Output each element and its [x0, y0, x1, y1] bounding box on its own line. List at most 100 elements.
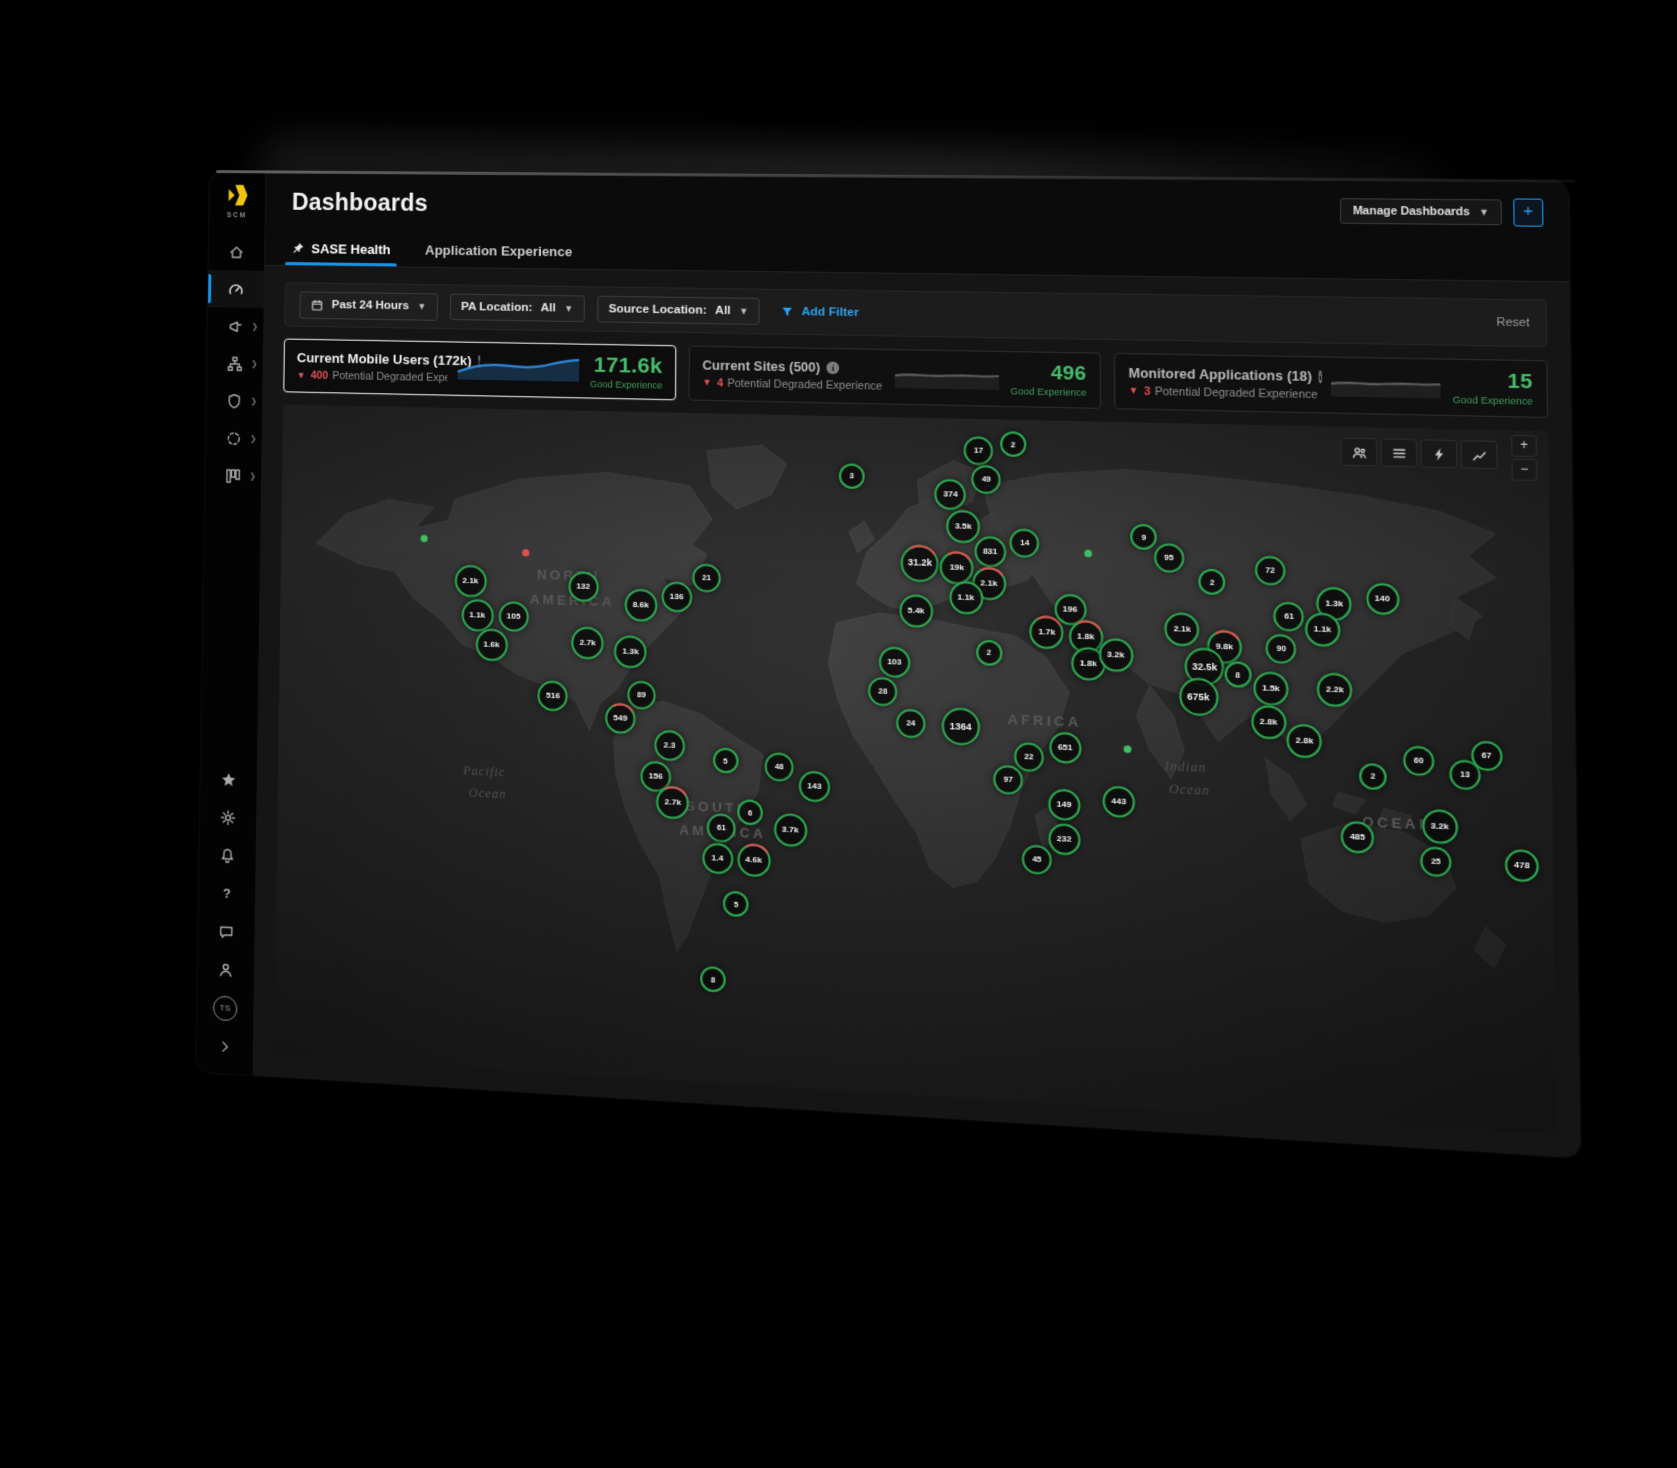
map-bubble[interactable]: 22 [1014, 742, 1044, 772]
map-bubble[interactable]: 831 [974, 536, 1006, 568]
map-bubble[interactable]: 48 [765, 752, 794, 782]
info-icon[interactable]: i [1319, 370, 1322, 383]
map-bubble[interactable]: 5 [713, 748, 739, 774]
map-bubble[interactable]: 651 [1049, 732, 1081, 764]
map-bubble[interactable]: 232 [1048, 822, 1080, 855]
map-bubble[interactable]: 8.6k [624, 589, 657, 622]
map-bubble[interactable]: 4.6k [737, 843, 770, 877]
map-bubble[interactable]: 9 [1131, 524, 1158, 550]
map-control-bolt[interactable] [1420, 439, 1457, 468]
metric-card-3[interactable]: Monitored Applications (18)i▼3Potential … [1114, 353, 1548, 418]
map-bubble[interactable]: 2.8k [1251, 705, 1286, 740]
sidebar-item-home[interactable] [208, 233, 264, 271]
map-bubble[interactable]: 6 [737, 799, 763, 826]
manage-dashboards-button[interactable]: Manage Dashboards ▼ [1340, 198, 1502, 225]
map-bubble[interactable]: 516 [538, 681, 568, 712]
map-bubble[interactable]: 132 [568, 571, 598, 602]
sidebar-item-shield[interactable]: ❯ [206, 382, 262, 421]
pa-location-dropdown[interactable]: PA Location: All ▼ [450, 294, 585, 323]
map-bubble[interactable]: 103 [879, 646, 910, 678]
map-control-users[interactable] [1341, 438, 1378, 467]
map-bubble[interactable]: 28 [868, 677, 897, 707]
map-bubble[interactable]: 17 [964, 437, 993, 466]
map-bubble[interactable]: 140 [1366, 583, 1399, 616]
map-bubble[interactable]: 49 [972, 465, 1001, 494]
map-bubble[interactable]: 67 [1471, 741, 1503, 772]
map-bubble[interactable]: 60 [1403, 745, 1434, 776]
map-bubble[interactable]: 2 [1199, 569, 1226, 596]
map-bubble[interactable]: 1.1k [461, 598, 493, 631]
map-bubble[interactable]: 2 [976, 639, 1002, 666]
map-bubble[interactable]: 1.1k [1305, 612, 1340, 647]
metric-card-1[interactable]: Current Mobile Users (172k)i▼400Potentia… [283, 339, 676, 401]
map-control-list[interactable] [1380, 438, 1417, 467]
map-bubble[interactable]: 105 [498, 601, 528, 632]
map-bubble[interactable]: 443 [1103, 785, 1135, 818]
sidebar-item-network[interactable]: ❯ [207, 344, 263, 382]
metric-card-2[interactable]: Current Sites (500)i▼4Potential Degraded… [689, 346, 1101, 409]
map-bubble[interactable]: 14 [1010, 528, 1040, 558]
map-bubble[interactable]: 19k [940, 551, 974, 585]
map-bubble[interactable]: 549 [605, 703, 636, 735]
map-bubble[interactable]: 31.2k [901, 544, 939, 582]
map-bubble[interactable]: 2 [1359, 763, 1387, 790]
map-bubble[interactable]: 1.6k [475, 628, 507, 661]
reset-filters-button[interactable]: Reset [1496, 316, 1529, 330]
add-dashboard-button[interactable]: + [1513, 198, 1543, 226]
map-bubble[interactable]: 2 [1000, 432, 1026, 458]
map-control-chart[interactable] [1461, 440, 1498, 469]
tab-application-experience[interactable]: Application Experience [425, 242, 573, 268]
map-bubble[interactable]: 3.2k [1098, 638, 1133, 673]
map-bubble[interactable]: 97 [993, 765, 1023, 795]
map-bubble[interactable]: 1.3k [614, 635, 647, 669]
sidebar-item-avatar[interactable]: TS [197, 987, 254, 1029]
map-bubble[interactable]: 2.7k [571, 627, 604, 660]
map-bubble[interactable]: 21 [692, 564, 721, 593]
add-filter-button[interactable]: Add Filter [781, 306, 858, 320]
sidebar-item-help[interactable]: ? [199, 873, 256, 914]
sidebar-item-collapse[interactable] [196, 1025, 253, 1067]
map-bubble[interactable]: 24 [896, 708, 925, 738]
sidebar-item-announce[interactable]: ❯ [207, 307, 263, 345]
map-bubble[interactable]: 374 [935, 479, 967, 510]
map-bubble[interactable]: 675k [1179, 677, 1218, 716]
map-bubble[interactable]: 1.4 [702, 842, 733, 874]
brand-logo[interactable]: SCM [224, 182, 250, 219]
map-bubble[interactable]: 72 [1255, 555, 1286, 585]
tab-sase-health[interactable]: SASE Health [291, 241, 391, 266]
map-bubble[interactable]: 61 [707, 813, 736, 843]
map-bubble[interactable]: 1.5k [1253, 672, 1288, 707]
map-bubble[interactable]: 149 [1048, 788, 1080, 821]
zoom-in-button[interactable]: + [1511, 435, 1537, 457]
source-location-dropdown[interactable]: Source Location: All ▼ [597, 296, 760, 325]
sidebar-item-segment[interactable]: ❯ [206, 419, 262, 458]
map-bubble[interactable]: 1.1k [949, 581, 983, 615]
map-bubble[interactable]: 90 [1266, 634, 1297, 664]
map-bubble[interactable]: 3.5k [946, 510, 980, 544]
map-bubble[interactable]: 2.7k [656, 785, 689, 819]
map-bubble[interactable]: 136 [661, 581, 692, 612]
map-bubble[interactable]: 5 [723, 891, 749, 918]
map-bubble[interactable]: 95 [1154, 543, 1184, 573]
sidebar-item-dashboard[interactable] [208, 270, 264, 308]
map-bubble[interactable]: 8 [700, 966, 726, 993]
map-bubble[interactable]: 3.7k [774, 813, 807, 847]
world-map[interactable]: NORTHAMERICASOUTHAMERICAAFRICAOCEANIAPac… [274, 404, 1557, 1134]
map-bubble[interactable]: 8 [1224, 661, 1251, 688]
sidebar-item-user[interactable] [197, 949, 254, 990]
map-bubble[interactable]: 89 [627, 680, 656, 709]
map-bubble[interactable]: 2.1k [454, 564, 486, 597]
map-bubble[interactable]: 2.1k [1165, 613, 1200, 648]
map-bubble[interactable]: 61 [1274, 601, 1305, 631]
map-bubble[interactable]: 45 [1022, 844, 1052, 875]
sidebar-item-bell[interactable] [199, 835, 256, 876]
map-bubble[interactable]: 1364 [942, 707, 980, 746]
sidebar-item-workflow[interactable]: ❯ [205, 456, 261, 495]
map-bubble[interactable]: 143 [799, 771, 830, 803]
map-bubble[interactable]: 2.2k [1317, 673, 1353, 708]
zoom-out-button[interactable]: − [1511, 459, 1537, 481]
map-bubble[interactable]: 3 [839, 463, 865, 489]
map-bubble[interactable]: 2.8k [1287, 723, 1322, 758]
time-range-dropdown[interactable]: Past 24 Hours ▼ [299, 291, 437, 320]
sidebar-item-gear[interactable] [200, 797, 257, 838]
